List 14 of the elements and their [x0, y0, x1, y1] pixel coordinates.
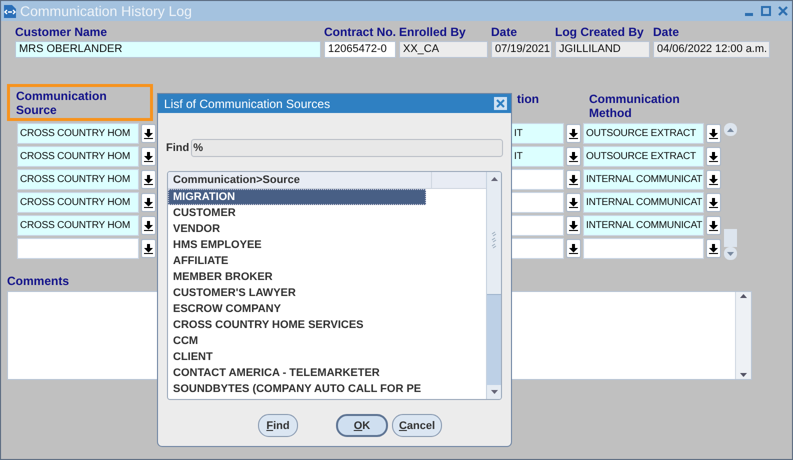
find-label: Find: [166, 142, 190, 154]
field-label: Contract No.: [324, 25, 396, 41]
column-header: Communication Method: [588, 91, 681, 122]
window-title: Communication History Log: [20, 3, 193, 19]
field-label: Enrolled By: [399, 25, 467, 41]
dialog-title: Lisf of Communication Sources: [164, 96, 332, 110]
column-header: Communication>Source: [168, 172, 432, 188]
field-label: Log Created By: [555, 25, 645, 41]
field-label: Date: [491, 25, 518, 41]
column-header: Communication Source: [7, 84, 153, 121]
field-label: Date: [653, 25, 680, 41]
field-label: Comments: [7, 274, 70, 288]
column-header: tion: [516, 91, 540, 108]
field-label: Customer Name: [15, 25, 108, 41]
